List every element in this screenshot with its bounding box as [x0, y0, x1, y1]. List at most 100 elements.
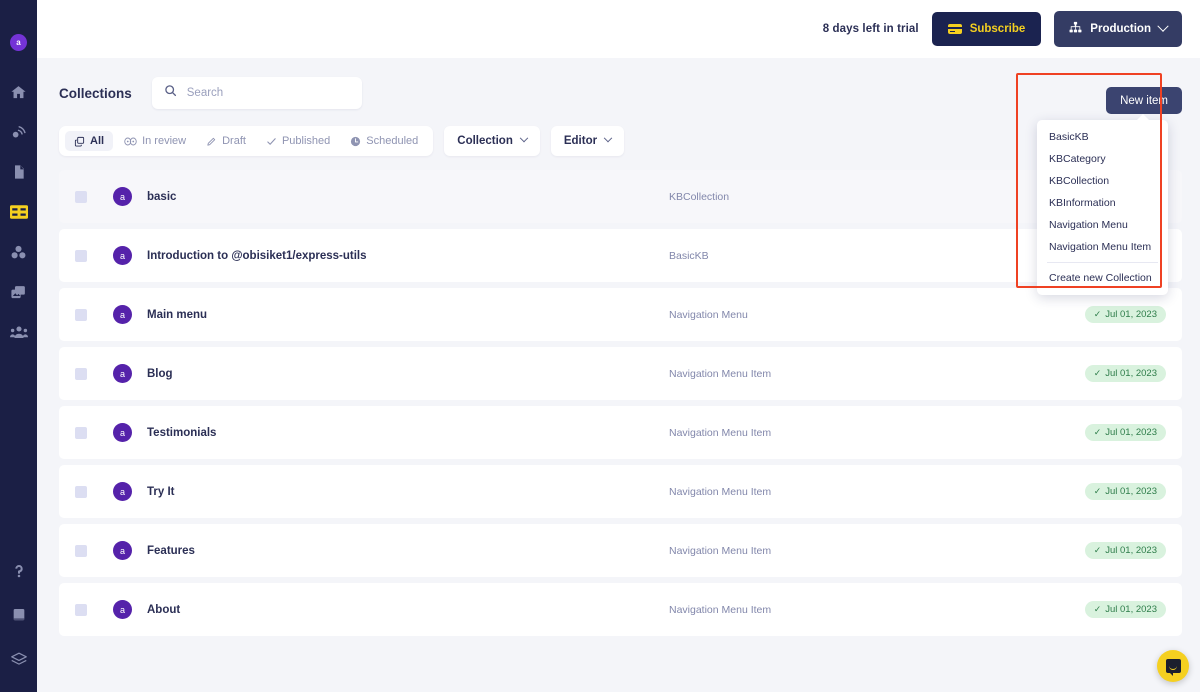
collections-list: abasicKBCollection✓Jul 01, 2023aIntroduc… [59, 170, 1182, 636]
tab-in-review[interactable]: In review [115, 131, 195, 151]
status-badge: ✓Jul 01, 2023 [1085, 306, 1166, 323]
status-badge: ✓Jul 01, 2023 [1085, 365, 1166, 382]
new-item-button[interactable]: New item [1106, 87, 1182, 114]
check-icon: ✓ [1094, 605, 1102, 614]
row-title: Try It [147, 486, 174, 498]
tab-draft-label: Draft [222, 135, 246, 147]
page-title: Collections [59, 86, 132, 101]
row-checkbox[interactable] [75, 309, 87, 321]
content-area: Collections [37, 58, 1200, 692]
tab-all[interactable]: All [65, 131, 113, 151]
check-icon [266, 136, 277, 147]
subscribe-button-label: Subscribe [970, 23, 1026, 35]
new-item-menu-option[interactable]: KBCategory [1037, 148, 1168, 170]
sidebar-item-documents[interactable] [8, 161, 30, 183]
sidebar-item-collections[interactable] [8, 201, 30, 223]
main-area: 8 days left in trial Subscribe Productio… [37, 0, 1200, 692]
table-row[interactable]: aIntroduction to @obisiket1/express-util… [59, 229, 1182, 282]
sidebar-item-help[interactable] [8, 560, 30, 582]
sidebar-item-stack[interactable] [8, 648, 30, 670]
sitemap-icon [1069, 21, 1082, 37]
status-badge: ✓Jul 01, 2023 [1085, 424, 1166, 441]
media-icon [10, 284, 27, 301]
tab-in-review-label: In review [142, 135, 186, 147]
new-item-menu-option[interactable]: KBCollection [1037, 170, 1168, 192]
tab-draft[interactable]: Draft [197, 131, 255, 151]
sidebar-item-docs[interactable] [8, 604, 30, 626]
status-badge-date: Jul 01, 2023 [1105, 309, 1157, 320]
row-checkbox[interactable] [75, 545, 87, 557]
top-bar: 8 days left in trial Subscribe Productio… [37, 0, 1200, 58]
row-collection-type: Navigation Menu Item [669, 545, 771, 557]
table-row[interactable]: aTry ItNavigation Menu Item✓Jul 01, 2023 [59, 465, 1182, 518]
status-badge-date: Jul 01, 2023 [1105, 604, 1157, 615]
layers-icon [10, 651, 28, 667]
new-item-menu-option[interactable]: Navigation Menu Item [1037, 236, 1168, 258]
menu-divider [1047, 262, 1158, 263]
status-badge-date: Jul 01, 2023 [1105, 427, 1157, 438]
environment-label: Production [1090, 23, 1151, 35]
new-item-control: New item BasicKBKBCategoryKBCollectionKB… [1106, 87, 1182, 114]
row-checkbox[interactable] [75, 486, 87, 498]
search-box[interactable] [152, 77, 362, 109]
avatar: a [113, 541, 132, 560]
credit-card-icon [948, 24, 962, 34]
editor-filter-dropdown[interactable]: Editor [551, 126, 624, 156]
tab-all-label: All [90, 135, 104, 147]
sidebar-avatar[interactable]: a [10, 34, 27, 51]
collection-filter-dropdown[interactable]: Collection [444, 126, 540, 156]
users-icon [10, 324, 28, 340]
row-title: Blog [147, 368, 173, 380]
new-item-menu-option[interactable]: KBInformation [1037, 192, 1168, 214]
avatar: a [113, 423, 132, 442]
home-icon [10, 84, 27, 101]
status-badge-date: Jul 01, 2023 [1105, 486, 1157, 497]
table-row[interactable]: a Blog Navigation Menu Item ✓Jul 01, 2023 [59, 347, 1182, 400]
avatar: a [113, 482, 132, 501]
avatar: a [113, 305, 132, 324]
document-icon [11, 164, 27, 180]
search-input[interactable] [187, 87, 350, 99]
row-checkbox[interactable] [75, 427, 87, 439]
avatar: a [113, 246, 132, 265]
pencil-icon [206, 136, 217, 147]
row-checkbox[interactable] [75, 250, 87, 262]
new-item-menu-option[interactable]: Navigation Menu [1037, 214, 1168, 236]
sidebar-item-components[interactable] [8, 241, 30, 263]
avatar: a [113, 364, 132, 383]
sidebar-bottom-nav [0, 560, 37, 670]
clock-icon [350, 136, 361, 147]
row-title: Main menu [147, 309, 207, 321]
row-checkbox[interactable] [75, 604, 87, 616]
sidebar-item-live[interactable] [8, 121, 30, 143]
table-row[interactable]: aMain menuNavigation Menu✓Jul 01, 2023 [59, 288, 1182, 341]
table-row[interactable]: a Testimonials Navigation Menu Item ✓Jul 01… [59, 406, 1182, 459]
page-header: Collections [59, 58, 1182, 120]
row-title: basic [147, 191, 176, 203]
sidebar-item-users[interactable] [8, 321, 30, 343]
new-item-menu-option[interactable]: BasicKB [1037, 126, 1168, 148]
tab-published[interactable]: Published [257, 131, 339, 151]
row-checkbox[interactable] [75, 191, 87, 203]
subscribe-button[interactable]: Subscribe [932, 12, 1042, 46]
create-new-collection-option[interactable]: Create new Collection [1037, 267, 1168, 289]
sidebar-item-media[interactable] [8, 281, 30, 303]
eyes-icon [124, 136, 137, 147]
row-collection-type: Navigation Menu Item [669, 604, 771, 616]
editor-filter-label: Editor [564, 135, 597, 147]
table-row[interactable]: abasicKBCollection✓Jul 01, 2023 [59, 170, 1182, 223]
sidebar-item-home[interactable] [8, 81, 30, 103]
table-row[interactable]: aAboutNavigation Menu Item✓Jul 01, 2023 [59, 583, 1182, 636]
chevron-down-icon [604, 134, 612, 142]
row-checkbox[interactable] [75, 368, 87, 380]
environment-selector[interactable]: Production [1054, 11, 1182, 47]
row-collection-type: Navigation Menu Item [669, 427, 771, 439]
table-row[interactable]: aFeaturesNavigation Menu Item✓Jul 01, 20… [59, 524, 1182, 577]
status-badge-date: Jul 01, 2023 [1105, 368, 1157, 379]
chat-widget-button[interactable] [1157, 650, 1189, 682]
row-title: Testimonials [147, 427, 216, 439]
check-icon: ✓ [1094, 369, 1102, 378]
tab-scheduled[interactable]: Scheduled [341, 131, 427, 151]
row-collection-type: Navigation Menu Item [669, 368, 771, 380]
new-item-menu: BasicKBKBCategoryKBCollectionKBInformati… [1037, 120, 1168, 295]
